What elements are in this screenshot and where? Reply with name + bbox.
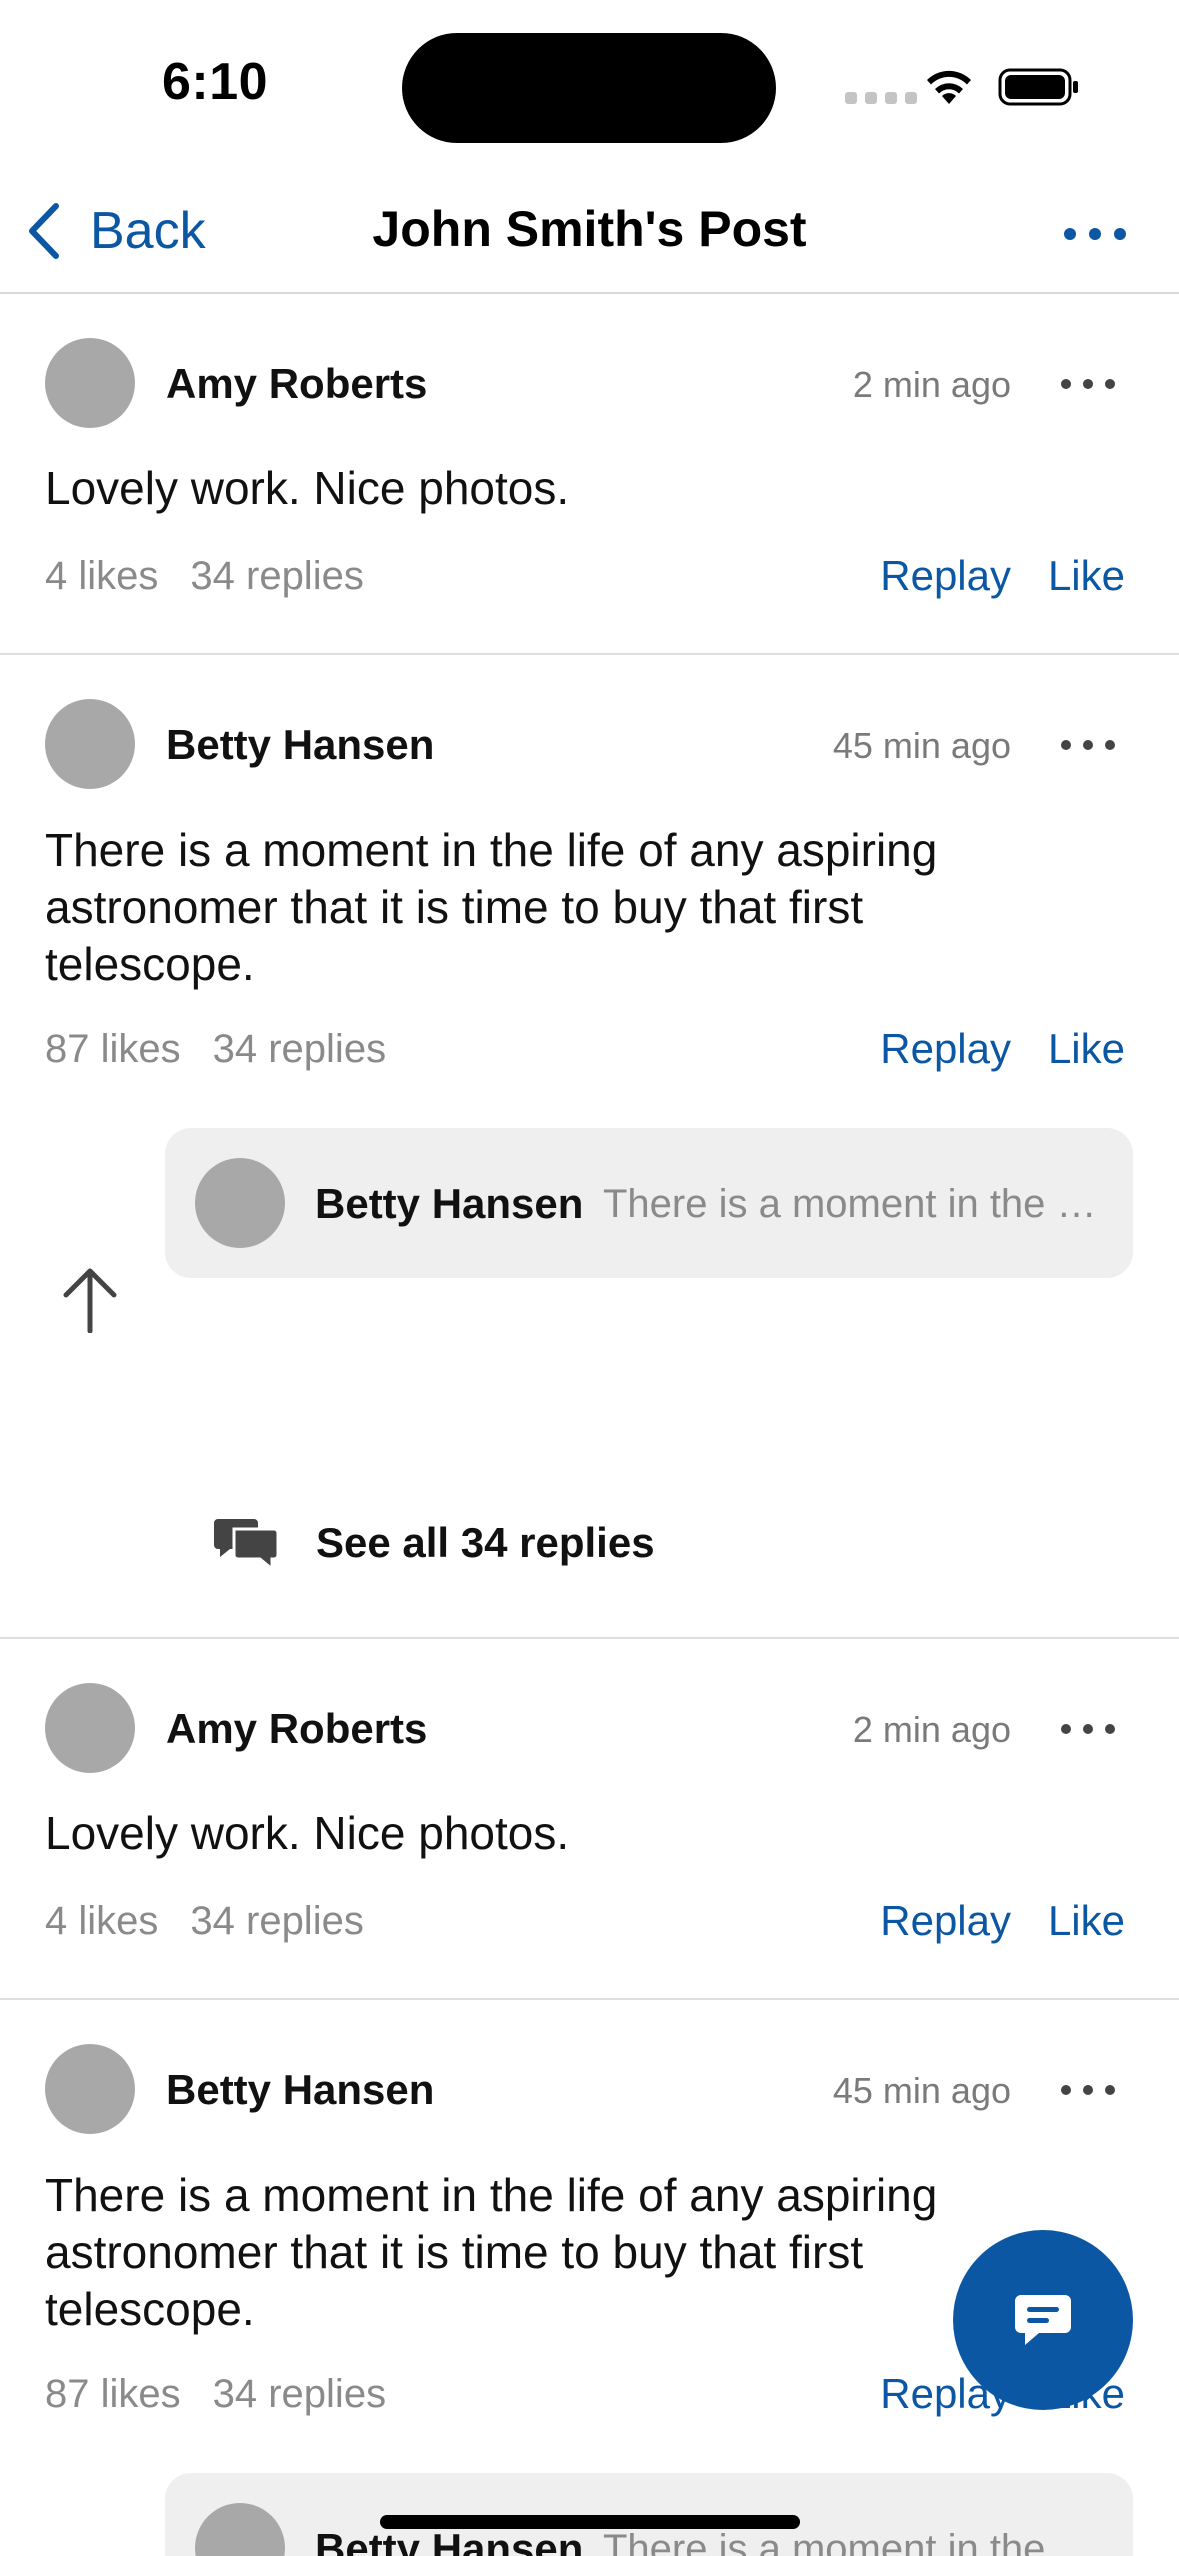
see-all-replies-button[interactable]: See all 34 replies — [212, 1515, 655, 1571]
comment-stats: 4 likes 34 replies — [45, 1899, 364, 1944]
navigation-bar: Back John Smith's Post — [0, 170, 1179, 294]
reply-preview[interactable]: Betty Hansen There is a moment in the li… — [165, 1128, 1133, 1278]
comment-stats: 4 likes 34 replies — [45, 554, 364, 599]
comment-more-icon[interactable] — [1058, 1709, 1118, 1749]
replies-count[interactable]: 34 replies — [213, 1027, 386, 1071]
wifi-icon — [927, 70, 971, 104]
reply-snippet: There is a moment in the life of any asp… — [603, 2527, 1103, 2556]
replies-count[interactable]: 34 replies — [190, 1899, 363, 1943]
comment-time: 45 min ago — [832, 2070, 1011, 2111]
comment-time: 2 min ago — [852, 1709, 1011, 1750]
comment-author[interactable]: Betty Hansen — [166, 721, 434, 769]
cellular-signal-icon — [845, 92, 917, 104]
new-comment-fab[interactable] — [953, 2230, 1133, 2410]
replies-count[interactable]: 34 replies — [190, 554, 363, 598]
reply-snippet: There is a moment in the life of any asp… — [603, 1182, 1103, 1226]
likes-count: 87 likes — [45, 1027, 181, 1071]
comment-text: Lovely work. Nice photos. — [45, 462, 570, 514]
avatar[interactable] — [45, 1683, 135, 1773]
likes-count: 4 likes — [45, 1899, 159, 1943]
replay-button[interactable]: Replay — [880, 552, 1011, 600]
comment-stats: 87 likes 34 replies — [45, 2372, 386, 2417]
replay-button[interactable]: Replay — [880, 1897, 1011, 1945]
battery-icon — [998, 68, 1078, 106]
dynamic-island — [402, 33, 776, 143]
comment-author[interactable]: Amy Roberts — [166, 1705, 427, 1753]
comment-more-icon[interactable] — [1058, 2070, 1118, 2110]
avatar — [195, 2503, 285, 2556]
comment-text: Lovely work. Nice photos. — [45, 1807, 570, 1859]
comment-more-icon[interactable] — [1058, 725, 1118, 765]
like-button[interactable]: Like — [1048, 1897, 1125, 1945]
comment-text: There is a moment in the life of any asp… — [45, 2169, 938, 2335]
likes-count: 87 likes — [45, 2372, 181, 2416]
page-title: John Smith's Post — [372, 201, 807, 257]
comment-stats: 87 likes 34 replies — [45, 1027, 386, 1072]
replay-button[interactable]: Replay — [880, 1025, 1011, 1073]
comment-author[interactable]: Amy Roberts — [166, 360, 427, 408]
comment-author[interactable]: Betty Hansen — [166, 2066, 434, 2114]
reply-author: Betty Hansen — [315, 2525, 584, 2556]
comment: Amy Roberts 2 min ago Lovely work. Nice … — [0, 294, 1179, 654]
comment-text: There is a moment in the life of any asp… — [45, 824, 938, 990]
comment-time: 45 min ago — [832, 725, 1011, 766]
see-all-replies-label: See all 34 replies — [316, 1519, 655, 1566]
likes-count: 4 likes — [45, 554, 159, 598]
comment: Amy Roberts 2 min ago Lovely work. Nice … — [0, 1639, 1179, 1999]
status-time: 6:10 — [162, 53, 269, 111]
comment-time: 2 min ago — [852, 364, 1011, 405]
status-bar: 6:10 — [0, 0, 1179, 170]
reply-author: Betty Hansen — [315, 1180, 584, 1227]
chat-bubbles-icon — [214, 1519, 280, 1571]
avatar — [195, 1158, 285, 1248]
chat-bubble-icon — [1015, 2295, 1071, 2345]
comment-more-icon[interactable] — [1058, 364, 1118, 404]
avatar[interactable] — [45, 2044, 135, 2134]
more-options-icon[interactable] — [1060, 204, 1130, 264]
avatar[interactable] — [45, 338, 135, 428]
like-button[interactable]: Like — [1048, 552, 1125, 600]
like-button[interactable]: Like — [1048, 1025, 1125, 1073]
arrow-up-icon — [63, 1268, 117, 1333]
replies-count[interactable]: 34 replies — [213, 2372, 386, 2416]
comment: Betty Hansen 45 min ago There is a momen… — [0, 655, 1179, 1638]
avatar[interactable] — [45, 699, 135, 789]
home-indicator — [380, 2515, 800, 2529]
